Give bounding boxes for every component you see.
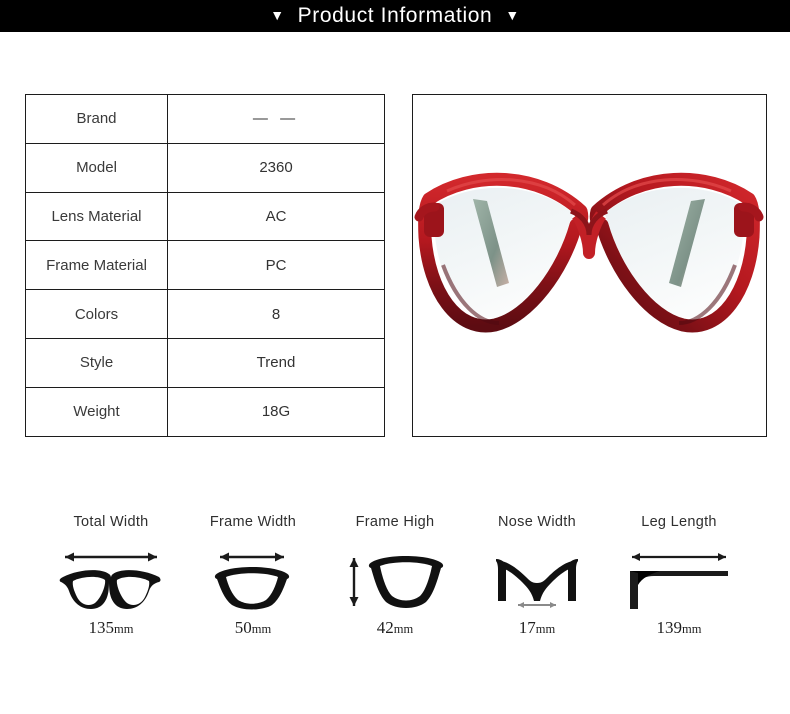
spec-label-brand: Brand [25, 94, 168, 144]
dimension-label: Frame Width [209, 514, 297, 530]
dimension-number: 17 [518, 618, 536, 637]
dimension-frame-width: Frame Width 50mm [182, 512, 324, 638]
spec-value-brand: — — [167, 94, 385, 144]
spec-label-style: Style [25, 337, 168, 388]
spec-value-model: 2360 [167, 142, 385, 193]
triangle-down-icon-left: ▼ [270, 7, 285, 23]
dimension-number: 42 [376, 618, 394, 637]
table-row: Colors 8 [25, 289, 385, 339]
dimension-value: 135mm [89, 618, 134, 638]
dimension-unit: mm [535, 622, 556, 636]
dimension-number: 139 [656, 618, 683, 637]
temple-arm-icon [614, 542, 744, 614]
spec-label-model: Model [25, 142, 168, 193]
dimension-value: 17mm [519, 618, 555, 638]
dimension-unit: mm [251, 622, 272, 636]
triangle-down-icon-right: ▼ [505, 7, 520, 23]
dimension-number: 135 [88, 618, 115, 637]
single-lens-height-icon [330, 542, 460, 614]
spec-value-brand-text: — — [252, 110, 300, 128]
table-row: Lens Material AC [25, 191, 385, 242]
dimension-value: 139mm [657, 618, 702, 638]
table-row: Frame Material PC [25, 240, 385, 291]
spec-value-style: Trend [167, 337, 385, 388]
dimension-unit: mm [114, 622, 134, 636]
dimension-unit: mm [393, 622, 414, 636]
table-row: Brand — — [25, 94, 385, 144]
product-image-box [412, 94, 767, 437]
dimension-number: 50 [234, 618, 252, 637]
dimension-value: 50mm [235, 618, 271, 638]
dimension-unit: mm [682, 622, 702, 636]
table-row: Weight 18G [25, 386, 385, 437]
page-title-text: Product Information [297, 4, 493, 27]
spec-value-weight: 18G [167, 386, 385, 437]
dimension-leg-length: Leg Length 139mm [608, 512, 750, 638]
spec-value-frame-material: PC [167, 240, 385, 291]
dimension-nose-width: Nose Width 17mm [466, 512, 608, 638]
nose-bridge-icon [472, 542, 602, 614]
product-image-glasses [414, 172, 764, 333]
dimension-label: Leg Length [641, 514, 717, 530]
dimension-frame-high: Frame High 42mm [324, 512, 466, 638]
table-row: Style Trend [25, 337, 385, 388]
spec-value-colors: 8 [167, 289, 385, 339]
single-lens-width-icon [188, 542, 318, 614]
dimension-total-width: Total Width 135mm [40, 512, 182, 638]
dimension-label: Total Width [73, 514, 149, 530]
spec-label-weight: Weight [25, 386, 168, 437]
dimension-value: 42mm [377, 618, 413, 638]
specification-table: Brand — — Model 2360 Lens Material AC Fr… [25, 94, 385, 437]
page-header: ▼ Product Information ▼ [0, 0, 790, 32]
spec-value-lens-material: AC [167, 191, 385, 242]
spec-label-lens-material: Lens Material [25, 191, 168, 242]
table-row: Model 2360 [25, 142, 385, 193]
dimension-label: Frame High [355, 514, 435, 530]
dimension-diagram-strip: Total Width 135mm Frame Width 50mm Frame… [0, 512, 790, 652]
spec-label-colors: Colors [25, 289, 168, 339]
dimension-label: Nose Width [498, 514, 576, 530]
page-title: ▼ Product Information ▼ [270, 4, 520, 28]
full-glasses-width-icon [46, 542, 176, 614]
spec-label-frame-material: Frame Material [25, 240, 168, 291]
